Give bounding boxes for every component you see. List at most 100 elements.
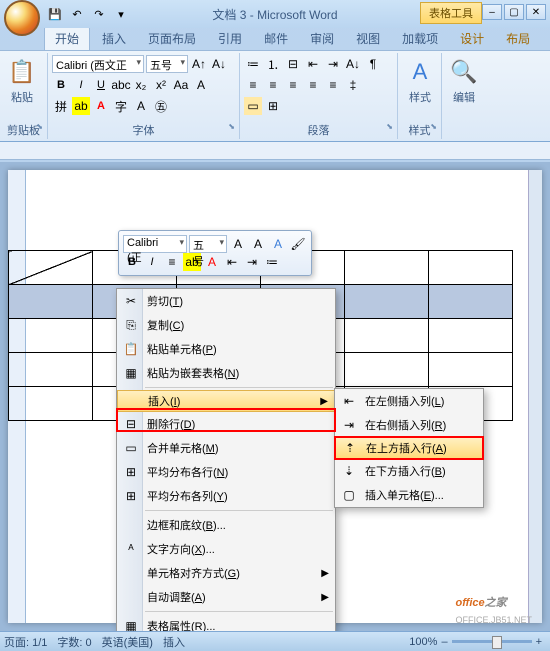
borders-button[interactable]: ⊞ — [264, 97, 282, 115]
tab-home[interactable]: 开始 — [44, 26, 90, 50]
char-style-button[interactable]: A — [192, 76, 210, 94]
horizontal-ruler[interactable] — [0, 142, 550, 160]
mini-font-color[interactable]: A — [203, 253, 221, 271]
ctx-item-16[interactable]: ▦表格属性(R)... — [117, 614, 335, 631]
font-color-button[interactable]: A — [92, 97, 110, 115]
tab-mail[interactable]: 邮件 — [254, 27, 298, 50]
ctx-item-5[interactable]: 插入(I)▶ — [117, 390, 335, 412]
status-words[interactable]: 字数: 0 — [57, 634, 91, 650]
sub-item-1[interactable]: ⇥在右侧插入列(R) — [335, 413, 483, 437]
underline-button[interactable]: U — [92, 76, 110, 94]
mini-grow-icon[interactable]: A — [229, 235, 247, 253]
justify-button[interactable]: ≡ — [304, 76, 322, 94]
highlight-button[interactable]: ab — [72, 97, 90, 115]
mini-format-painter-icon[interactable]: 🖌 — [289, 235, 307, 253]
subscript-button[interactable]: x₂ — [132, 76, 150, 94]
page[interactable]: Calibri (正 五号 A A A 🖌 B I ≡ ab A ⇤ ⇥ ≔ ✂… — [8, 170, 542, 623]
sub-item-0[interactable]: ⇤在左侧插入列(L) — [335, 389, 483, 413]
indent-dec-button[interactable]: ⇤ — [304, 55, 322, 73]
close-button[interactable]: ✕ — [526, 4, 546, 20]
shading-button[interactable]: ▭ — [244, 97, 262, 115]
ctx-item-7[interactable]: ▭合并单元格(M) — [117, 436, 335, 460]
ctx-item-1[interactable]: ⎘复制(C) — [117, 313, 335, 337]
zoom-out-button[interactable]: – — [441, 636, 447, 648]
mini-shrink-icon[interactable]: A — [249, 235, 267, 253]
superscript-button[interactable]: x² — [152, 76, 170, 94]
tab-insert[interactable]: 插入 — [92, 27, 136, 50]
status-page[interactable]: 页面: 1/1 — [4, 634, 47, 650]
ctx-item-9[interactable]: ⊞平均分布各列(Y) — [117, 484, 335, 508]
quick-access-toolbar: 💾 ↶ ↷ ▾ — [46, 5, 130, 23]
mini-styles-icon[interactable]: A — [269, 235, 287, 253]
find-icon: 🔍 — [449, 57, 479, 87]
zoom-in-button[interactable]: + — [536, 636, 542, 648]
multilevel-button[interactable]: ⊟ — [284, 55, 302, 73]
save-icon[interactable]: 💾 — [46, 5, 64, 23]
ctx-item-8[interactable]: ⊞平均分布各行(N) — [117, 460, 335, 484]
office-button[interactable] — [4, 0, 40, 36]
vertical-scrollbar[interactable] — [528, 170, 542, 623]
grow-font-icon[interactable]: A↑ — [190, 55, 208, 73]
status-mode[interactable]: 插入 — [163, 634, 185, 650]
sort-button[interactable]: A↓ — [344, 55, 362, 73]
sub-item-3[interactable]: ⇣在下方插入行(B) — [335, 459, 483, 483]
sub-item-2[interactable]: ⇡在上方插入行(A) — [335, 437, 483, 459]
ribbon: 📋 粘贴 剪贴板 Calibri (西文正 五号 A↑ A↓ B I U abc… — [0, 50, 550, 142]
clear-format-button[interactable]: Aa — [172, 76, 190, 94]
ctx-item-0[interactable]: ✂剪切(T) — [117, 289, 335, 313]
tab-layout[interactable]: 页面布局 — [138, 27, 206, 50]
zoom-level[interactable]: 100% — [409, 636, 437, 648]
italic-button[interactable]: I — [72, 76, 90, 94]
maximize-button[interactable]: ▢ — [504, 4, 524, 20]
ctx-item-14[interactable]: 自动调整(A)▶ — [117, 585, 335, 609]
strike-button[interactable]: abc — [112, 76, 130, 94]
shrink-font-icon[interactable]: A↓ — [210, 55, 228, 73]
mini-indent-dec[interactable]: ⇤ — [223, 253, 241, 271]
numbering-button[interactable]: ⒈ — [264, 55, 282, 73]
sub-item-4[interactable]: ▢插入单元格(E)... — [335, 483, 483, 507]
font-name-combo[interactable]: Calibri (西文正 — [52, 55, 144, 73]
ctx-item-2[interactable]: 📋粘贴单元格(P) — [117, 337, 335, 361]
tab-view[interactable]: 视图 — [346, 27, 390, 50]
edit-button[interactable]: 🔍 编辑 — [446, 55, 482, 107]
paste-button[interactable]: 📋 粘贴 — [4, 55, 40, 107]
zoom-slider[interactable] — [452, 640, 532, 643]
mini-size-combo[interactable]: 五号 — [189, 235, 227, 253]
minimize-button[interactable]: – — [482, 4, 502, 20]
qat-more-icon[interactable]: ▾ — [112, 5, 130, 23]
indent-inc-button[interactable]: ⇥ — [324, 55, 342, 73]
undo-icon[interactable]: ↶ — [68, 5, 86, 23]
mini-italic[interactable]: I — [143, 253, 161, 271]
ctx-item-11[interactable]: 边框和底纹(B)... — [117, 513, 335, 537]
bold-button[interactable]: B — [52, 76, 70, 94]
tab-review[interactable]: 审阅 — [300, 27, 344, 50]
mini-font-combo[interactable]: Calibri (正 — [123, 235, 187, 253]
char-border-button[interactable]: 字 — [112, 97, 130, 115]
mini-bullets[interactable]: ≔ — [263, 253, 281, 271]
insert-submenu: ⇤在左侧插入列(L)⇥在右侧插入列(R)⇡在上方插入行(A)⇣在下方插入行(B)… — [334, 388, 484, 508]
bullets-button[interactable]: ≔ — [244, 55, 262, 73]
show-marks-button[interactable]: ¶ — [364, 55, 382, 73]
redo-icon[interactable]: ↷ — [90, 5, 108, 23]
styles-button[interactable]: A 样式 — [402, 55, 438, 107]
mini-indent-inc[interactable]: ⇥ — [243, 253, 261, 271]
line-spacing-button[interactable]: ‡ — [344, 76, 362, 94]
font-size-combo[interactable]: 五号 — [146, 55, 188, 73]
tab-design[interactable]: 设计 — [450, 27, 494, 50]
status-lang[interactable]: 英语(美国) — [102, 634, 153, 650]
distribute-button[interactable]: ≡ — [324, 76, 342, 94]
enclose-button[interactable]: ㊄ — [152, 97, 170, 115]
align-right-button[interactable]: ≡ — [284, 76, 302, 94]
ctx-item-13[interactable]: 单元格对齐方式(G)▶ — [117, 561, 335, 585]
tab-addins[interactable]: 加载项 — [392, 27, 448, 50]
mini-center[interactable]: ≡ — [163, 253, 181, 271]
tab-references[interactable]: 引用 — [208, 27, 252, 50]
tab-table-layout[interactable]: 布局 — [496, 27, 540, 50]
char-shading-button[interactable]: A — [132, 97, 150, 115]
align-left-button[interactable]: ≡ — [244, 76, 262, 94]
phonetic-button[interactable]: 拼 — [52, 97, 70, 115]
ctx-item-12[interactable]: ᴬ文字方向(X)... — [117, 537, 335, 561]
align-center-button[interactable]: ≡ — [264, 76, 282, 94]
ctx-item-6[interactable]: ⊟删除行(D) — [117, 412, 335, 436]
ctx-item-3[interactable]: ▦粘贴为嵌套表格(N) — [117, 361, 335, 385]
